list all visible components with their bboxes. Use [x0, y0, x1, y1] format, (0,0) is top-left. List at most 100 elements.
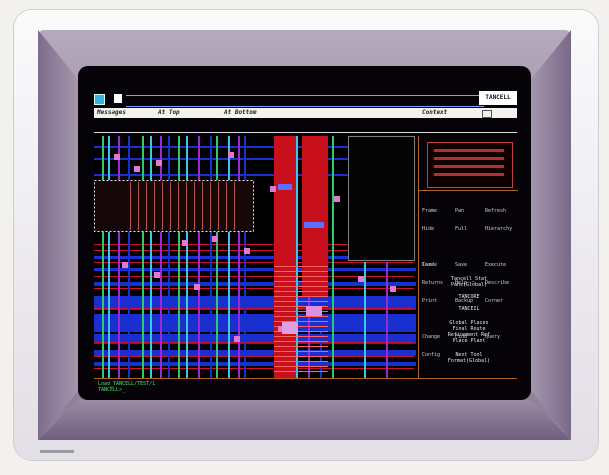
red-stripe	[274, 301, 328, 302]
contact-pad	[154, 272, 160, 278]
red-stripe	[274, 346, 328, 347]
contact-pad	[228, 152, 234, 158]
close-box-icon[interactable]	[482, 110, 492, 118]
prompt-line[interactable]: Pans(Global)	[425, 282, 513, 288]
prompt-terse: Terse	[422, 262, 438, 268]
cmd-hierarchy[interactable]: Hierarchy	[485, 226, 512, 232]
red-stripe	[274, 271, 328, 272]
routing-wire	[142, 136, 144, 378]
routing-wire	[102, 136, 104, 378]
prompt-line[interactable]: TANCEIL	[425, 306, 513, 312]
routing-wire	[108, 136, 110, 378]
prompt-line[interactable]: Format(Global)	[425, 358, 513, 364]
red-stripe	[274, 276, 328, 277]
routing-wire	[168, 136, 170, 378]
red-stripe	[274, 361, 328, 362]
red-stripe	[274, 286, 328, 287]
cell-pin	[178, 182, 179, 230]
contact-pad	[122, 262, 128, 268]
red-stripe	[274, 291, 328, 292]
cell-pin	[194, 182, 195, 230]
empty-region	[348, 136, 416, 262]
cell-pin	[146, 182, 147, 230]
layout-canvas[interactable]	[94, 136, 416, 378]
routing-layout-graphic	[94, 136, 416, 378]
window-icon[interactable]	[94, 94, 105, 105]
page-icon[interactable]	[114, 94, 122, 103]
routing-wire	[216, 136, 218, 378]
cmd-save[interactable]: Save	[455, 262, 479, 268]
prompt-line[interactable]: TANCORE	[425, 294, 513, 300]
menu-bar: Messages At Top At Bottom Context	[94, 108, 517, 118]
cmd-execute[interactable]: Execute	[485, 262, 512, 268]
red-stripe	[274, 351, 328, 352]
contact-pad	[134, 166, 140, 172]
marker	[278, 184, 292, 190]
menu-at-top[interactable]: At Top	[158, 109, 180, 116]
cell-pin	[210, 182, 211, 230]
menu-context[interactable]: Context	[422, 109, 447, 116]
red-stripe	[274, 371, 328, 372]
cell-pin	[202, 182, 203, 230]
routing-wire	[244, 136, 246, 378]
photo-scene: TANCELL Messages At Top At Bottom Contex…	[0, 0, 609, 475]
routing-wire	[332, 136, 334, 378]
overview-thumbnail[interactable]	[427, 142, 513, 188]
bezel-shade-right	[531, 30, 571, 440]
contact-pad	[234, 336, 240, 342]
routing-wire	[150, 136, 152, 378]
red-stripe	[274, 356, 328, 357]
contact-pad	[270, 186, 276, 192]
cell-pin	[138, 182, 139, 230]
red-stripe	[274, 321, 328, 322]
cell-pin	[154, 182, 155, 230]
contact-pad	[114, 154, 120, 160]
cmd-full[interactable]: Full	[455, 226, 479, 232]
contact-pad	[358, 276, 364, 282]
red-stripe	[274, 266, 328, 267]
divider	[94, 132, 517, 133]
red-stripe	[274, 336, 328, 337]
red-stripe	[274, 366, 328, 367]
monitor-brand-logo	[40, 448, 80, 458]
titlebar-track[interactable]	[126, 95, 484, 107]
bezel-shade-left	[38, 30, 78, 440]
panel-divider	[419, 190, 518, 191]
status-console: Load_TANCELL/TEST/1 TANCELL>_	[94, 378, 517, 395]
via-block	[282, 322, 298, 334]
via-block	[306, 306, 322, 316]
red-stripe	[274, 341, 328, 342]
cell-pin	[226, 182, 227, 230]
app-title-badge: TANCELL	[479, 91, 517, 105]
prompt-line[interactable]: Place Plant	[425, 338, 513, 344]
contact-pad	[156, 160, 162, 166]
marker	[304, 222, 324, 228]
contact-pad	[212, 236, 218, 242]
routing-wire	[186, 136, 188, 378]
cell-block	[94, 180, 254, 232]
contact-pad	[182, 240, 188, 246]
routing-wire	[160, 136, 162, 378]
cmd-hide[interactable]: Hide	[422, 226, 446, 232]
cell-pin	[234, 182, 235, 230]
cmd-pan[interactable]: Pan	[455, 208, 479, 214]
routing-wire	[228, 136, 230, 378]
routing-wire	[118, 136, 120, 378]
contact-pad	[194, 284, 200, 290]
cmd-frame[interactable]: Frame	[422, 208, 446, 214]
cell-pin	[186, 182, 187, 230]
menu-messages[interactable]: Messages	[97, 109, 126, 116]
routing-wire	[198, 136, 200, 378]
command-panel: Frame Hide Load Returns Print Change Con…	[418, 136, 518, 378]
menu-at-bottom[interactable]: At Bottom	[224, 109, 257, 116]
routing-wire	[128, 136, 130, 378]
cmd-refresh[interactable]: Refresh	[485, 208, 512, 214]
routing-wire	[178, 136, 180, 378]
red-stripe	[274, 281, 328, 282]
window-titlebar: TANCELL	[94, 90, 517, 108]
contact-pad	[334, 196, 340, 202]
crt-screen: TANCELL Messages At Top At Bottom Contex…	[78, 66, 531, 400]
command-line[interactable]: TANCELL>_	[98, 387, 125, 393]
bezel-shade-bottom	[38, 400, 571, 440]
red-stripe	[274, 316, 328, 317]
